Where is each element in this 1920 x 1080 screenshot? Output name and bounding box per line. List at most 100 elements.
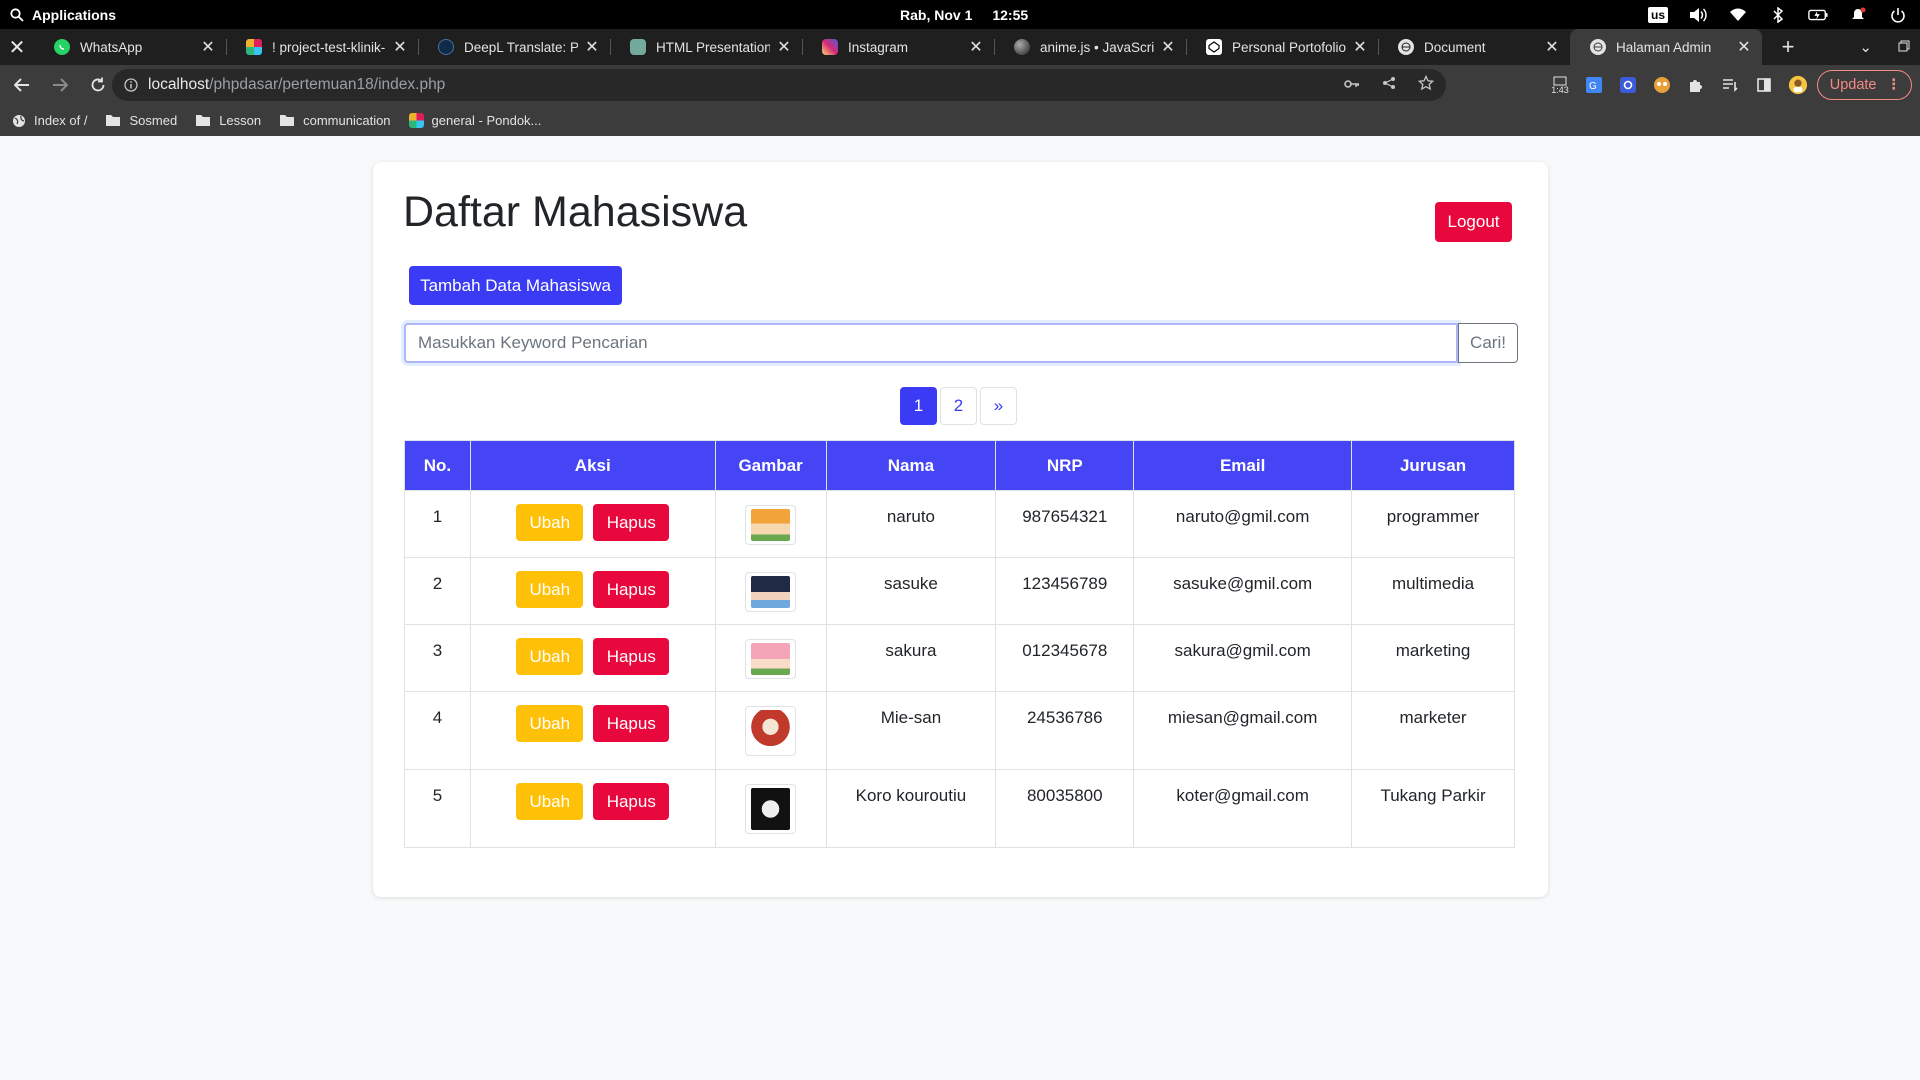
tab-animejs[interactable]: anime.js • JavaScript ✕ (994, 29, 1186, 65)
bookmark-star-icon[interactable] (1417, 74, 1435, 96)
power-icon[interactable] (1888, 6, 1908, 24)
profile-avatar-icon[interactable] (1788, 75, 1808, 95)
tab-document[interactable]: Document ✕ (1378, 29, 1570, 65)
close-tab-icon[interactable]: ✕ (968, 37, 984, 57)
arrow-left-icon (14, 78, 29, 92)
share-icon[interactable] (1382, 76, 1396, 95)
keyboard-layout-indicator[interactable]: us (1647, 6, 1668, 23)
student-table: No. Aksi Gambar Nama NRP Email Jurusan 1… (404, 440, 1515, 848)
animejs-icon (1014, 39, 1030, 55)
wifi-icon[interactable] (1728, 6, 1748, 24)
globe-icon (1398, 39, 1414, 55)
header-nrp: NRP (995, 440, 1135, 491)
logout-button[interactable]: Logout (1435, 202, 1512, 242)
close-tab-icon[interactable]: ✕ (1352, 37, 1368, 57)
applications-menu[interactable]: Applications (0, 7, 116, 23)
delete-button[interactable]: Hapus (593, 571, 670, 608)
tab-project[interactable]: ! project-test-klinik-b ✕ (226, 29, 418, 65)
time-label: 12:55 (992, 6, 1029, 23)
cell-email: koter@gmail.com (1133, 769, 1353, 848)
cast-icon[interactable]: 1:43 (1550, 75, 1570, 95)
close-tab-icon[interactable]: ✕ (1544, 37, 1560, 57)
side-panel-icon[interactable] (1754, 75, 1774, 95)
tab-search-chevron-icon[interactable]: ⌄ (1859, 38, 1872, 56)
cell-jurusan: programmer (1351, 490, 1515, 558)
close-tab-icon[interactable]: ✕ (392, 37, 408, 57)
reload-button[interactable] (82, 69, 114, 101)
browser-toolbar: localhost/phpdasar/pertemuan18/index.php… (0, 65, 1920, 105)
bookmark-label: Sosmed (129, 113, 178, 128)
slack-icon (408, 113, 424, 128)
delete-button[interactable]: Hapus (593, 705, 670, 742)
table-row: 2 Ubah Hapus sasuke 123456789 sasuke@gmil… (404, 557, 1515, 625)
page-link-2[interactable]: 2 (940, 387, 977, 425)
bookmark-index-of[interactable]: Index of / (12, 113, 87, 128)
edit-button[interactable]: Ubah (516, 705, 584, 742)
delete-button[interactable]: Hapus (593, 638, 670, 675)
bookmark-folder-sosmed[interactable]: Sosmed (105, 113, 177, 128)
close-tab-icon[interactable]: ✕ (776, 37, 792, 57)
tab-instagram[interactable]: Instagram ✕ (802, 29, 994, 65)
whatsapp-icon (54, 39, 70, 55)
extension-blue-gear-icon[interactable] (1618, 75, 1638, 95)
close-tab-icon[interactable]: ✕ (200, 37, 216, 57)
bookmark-folder-communication[interactable]: communication (279, 113, 391, 128)
delete-button[interactable]: Hapus (593, 783, 670, 820)
update-button[interactable]: Update ⋮ (1816, 70, 1912, 100)
cell-nama: naruto (825, 490, 997, 558)
tab-title: DeepL Translate: Pen (464, 39, 578, 55)
reading-list-icon[interactable] (1720, 75, 1740, 95)
volume-icon[interactable] (1688, 6, 1708, 24)
delete-button[interactable]: Hapus (593, 504, 670, 541)
table-row: 1 Ubah Hapus naruto 987654321 naruto@gmil… (404, 490, 1515, 558)
edit-button[interactable]: Ubah (516, 638, 584, 675)
cell-nrp: 80035800 (995, 769, 1135, 848)
extension-face-icon[interactable] (1652, 75, 1672, 95)
page-link-next[interactable]: » (980, 387, 1017, 425)
restore-window-icon[interactable] (1898, 39, 1910, 56)
close-tab-icon[interactable]: ✕ (584, 37, 600, 57)
bookmark-folder-lesson[interactable]: Lesson (195, 113, 261, 128)
bookmark-general-pondok[interactable]: general - Pondok... (408, 113, 541, 128)
clock[interactable]: Rab, Nov 1 12:55 (900, 0, 1028, 29)
tab-title: HTML Presentation C (656, 39, 770, 55)
cell-email: miesan@gmail.com (1133, 691, 1353, 770)
info-icon[interactable] (124, 78, 138, 92)
tab-portfolio[interactable]: Personal Portofolio ✕ (1186, 29, 1378, 65)
tab-html-presentation[interactable]: HTML Presentation C ✕ (610, 29, 802, 65)
close-window-icon[interactable]: ✕ (0, 29, 34, 65)
tab-title: WhatsApp (80, 39, 143, 55)
tab-whatsapp[interactable]: WhatsApp ✕ (34, 29, 226, 65)
edit-button[interactable]: Ubah (516, 504, 584, 541)
battery-icon[interactable] (1808, 6, 1828, 24)
google-translate-icon[interactable]: G (1584, 75, 1604, 95)
system-top-bar: Applications Rab, Nov 1 12:55 us (0, 0, 1920, 29)
edit-button[interactable]: Ubah (516, 571, 584, 608)
back-button[interactable] (6, 69, 38, 101)
cell-jurusan: Tukang Parkir (1351, 769, 1515, 848)
extensions-puzzle-icon[interactable] (1686, 75, 1706, 95)
close-tab-icon[interactable]: ✕ (1736, 37, 1752, 57)
cast-time-label: 1:43 (1551, 84, 1569, 95)
close-tab-icon[interactable]: ✕ (1160, 37, 1176, 57)
folder-icon (280, 115, 295, 126)
add-student-button[interactable]: Tambah Data Mahasiswa (409, 266, 622, 305)
search-button[interactable]: Cari! (1458, 323, 1518, 363)
cell-email: naruto@gmil.com (1133, 490, 1353, 558)
page-link-1[interactable]: 1 (900, 387, 937, 425)
browser-tab-strip: ✕ WhatsApp ✕ ! project-test-klinik-b ✕ D… (0, 29, 1920, 65)
search-input[interactable] (404, 323, 1458, 363)
edit-button[interactable]: Ubah (516, 783, 584, 820)
new-tab-button[interactable]: + (1770, 29, 1806, 65)
tab-deepl[interactable]: DeepL Translate: Pen ✕ (418, 29, 610, 65)
kebab-menu-icon[interactable]: ⋮ (1887, 77, 1902, 93)
bluetooth-icon[interactable] (1768, 6, 1788, 24)
chatgpt-icon (630, 39, 646, 55)
admin-card: Daftar Mahasiswa Logout Tambah Data Maha… (373, 162, 1548, 897)
password-key-icon[interactable] (1344, 76, 1360, 94)
search-icon (10, 7, 24, 22)
tab-halaman-admin[interactable]: Halaman Admin ✕ (1570, 29, 1762, 65)
address-bar[interactable]: localhost/phpdasar/pertemuan18/index.php (112, 69, 1446, 101)
forward-button[interactable] (44, 69, 76, 101)
notification-bell-icon[interactable] (1848, 6, 1868, 24)
